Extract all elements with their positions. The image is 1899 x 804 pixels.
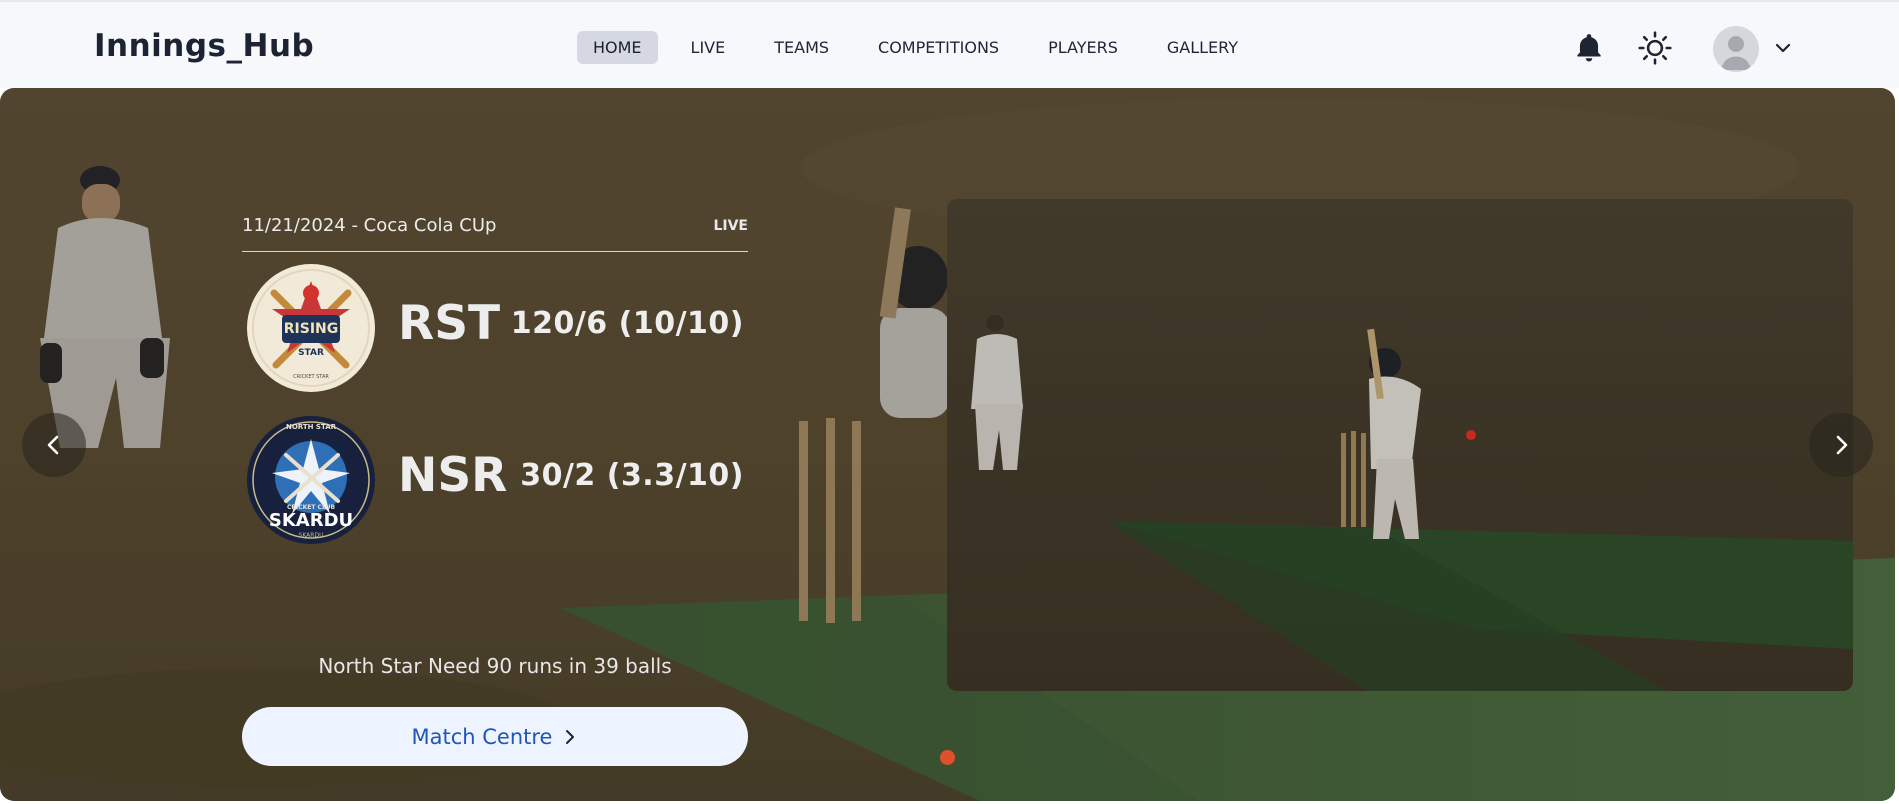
- match-situation-text: North Star Need 90 runs in 39 balls: [318, 654, 672, 678]
- live-score-card: 11/21/2024 - Coca Cola CUp LIVE RISING S…: [242, 208, 748, 766]
- logo-text-rising: RISING: [284, 321, 339, 337]
- user-silhouette-icon: [1721, 36, 1751, 70]
- chevron-down-icon[interactable]: [1772, 38, 1794, 58]
- live-status-badge: LIVE: [713, 218, 748, 234]
- logo-text-star: STAR: [298, 348, 324, 358]
- match-photo: [947, 199, 1853, 691]
- team-code: NSR: [398, 448, 508, 503]
- logo-text-skardu-small: SKARDU: [299, 532, 324, 539]
- sun-icon[interactable]: [1637, 30, 1673, 66]
- nav-home[interactable]: HOME: [577, 31, 658, 64]
- match-date-competition: 11/21/2024 - Coca Cola CUp: [242, 215, 497, 236]
- logo-text-cricket-star: CRICKET STAR: [293, 374, 329, 380]
- carousel-dot-active[interactable]: [940, 750, 955, 765]
- bell-icon[interactable]: [1572, 31, 1606, 65]
- chevron-right-icon: [566, 729, 575, 744]
- match-centre-button[interactable]: Match Centre: [242, 707, 748, 766]
- logo-text-north-star: NORTH STAR: [286, 423, 337, 431]
- match-meta-row: 11/21/2024 - Coca Cola CUp LIVE: [242, 208, 748, 252]
- carousel-next-button[interactable]: [1809, 413, 1873, 477]
- top-navbar: Innings_Hub HOME LIVE TEAMS COMPETITIONS…: [0, 0, 1899, 88]
- brand-logo-text[interactable]: Innings_Hub: [94, 28, 314, 64]
- nav-gallery[interactable]: GALLERY: [1151, 31, 1254, 64]
- avatar[interactable]: [1713, 26, 1759, 72]
- hero-carousel: 11/21/2024 - Coca Cola CUp LIVE RISING S…: [0, 88, 1895, 801]
- match-media-panel[interactable]: [947, 199, 1853, 691]
- chevron-left-icon: [47, 435, 59, 455]
- team-row-nsr[interactable]: NORTH STAR CRICKET CLUB SKARDU SKARDU NS…: [242, 404, 748, 556]
- nav-competitions[interactable]: COMPETITIONS: [862, 31, 1015, 64]
- team-row-rst[interactable]: RISING STAR CRICKET STAR RST 120/6 (10/1…: [242, 252, 748, 404]
- match-centre-label: Match Centre: [411, 724, 553, 749]
- nav-players[interactable]: PLAYERS: [1032, 31, 1134, 64]
- rising-star-logo: RISING STAR CRICKET STAR: [247, 264, 375, 392]
- main-nav: HOME LIVE TEAMS COMPETITIONS PLAYERS GAL…: [577, 30, 1271, 65]
- north-star-logo: NORTH STAR CRICKET CLUB SKARDU SKARDU: [247, 416, 375, 544]
- carousel-prev-button[interactable]: [22, 413, 86, 477]
- chevron-right-icon: [1836, 435, 1848, 455]
- nav-live[interactable]: LIVE: [675, 31, 742, 64]
- team-code: RST: [398, 296, 501, 351]
- nav-teams[interactable]: TEAMS: [758, 31, 845, 64]
- logo-text-skardu: SKARDU: [269, 510, 353, 531]
- team-score: 30/2 (3.3/10): [520, 458, 744, 493]
- team-score: 120/6 (10/10): [510, 306, 744, 341]
